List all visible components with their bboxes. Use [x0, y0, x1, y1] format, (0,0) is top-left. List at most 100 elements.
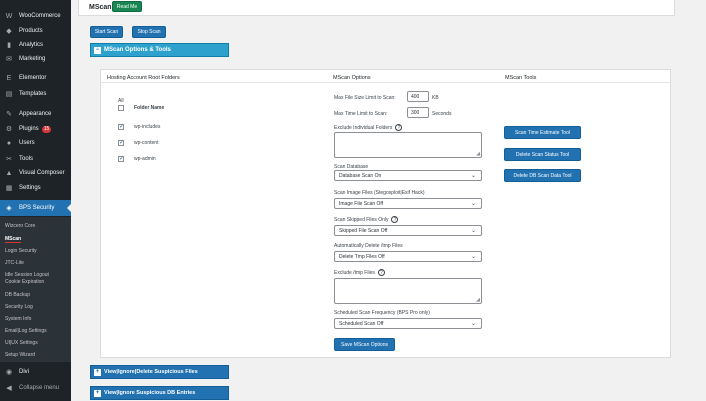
- templates-icon: ▤: [5, 91, 13, 98]
- folder-name-header: Folder Name: [134, 105, 165, 111]
- submenu-item[interactable]: Wizcero Core: [5, 223, 35, 229]
- sidebar-item-users[interactable]: ● Users: [0, 135, 71, 151]
- sidebar-item-woocommerce[interactable]: W WooCommerce: [0, 8, 71, 24]
- sidebar-item-label: Visual Composer: [19, 170, 65, 176]
- exclude-tmp-textarea[interactable]: ◢: [334, 278, 482, 304]
- scan-image-value: Image File Scan Off: [339, 200, 384, 207]
- sidebar-item-marketing[interactable]: ✉ Marketing: [0, 51, 71, 67]
- analytics-icon: ▮: [7, 42, 11, 49]
- scan-skipped-select[interactable]: Skipped File Scan Off ⌄: [334, 225, 482, 236]
- scan-image-select[interactable]: Image File Scan Off ⌄: [334, 198, 482, 209]
- auto-delete-label: Automatically Delete /tmp Files: [334, 243, 403, 249]
- sidebar-item-label: Analytics: [19, 42, 44, 48]
- chevron-down-icon: ⌄: [470, 173, 476, 179]
- sidebar-item-templates[interactable]: ▤ Templates: [0, 86, 71, 102]
- sidebar-item-label: BPS Security: [19, 205, 55, 211]
- scheduled-scan-value: Scheduled Scan Off: [339, 320, 384, 327]
- sidebar-item-label: Plugins: [19, 126, 39, 132]
- options-tools-toggle[interactable]: − MScan Options & Tools: [90, 43, 229, 57]
- submenu-item[interactable]: Email|Log Settings: [5, 328, 47, 334]
- start-scan-button[interactable]: Start Scan: [90, 26, 123, 38]
- tools-icon: ✂: [6, 156, 12, 163]
- scan-time-estimate-button[interactable]: Scan Time Estimate Tool: [504, 126, 581, 139]
- exclude-folders-text: Exclude Individual Folders: [334, 124, 393, 131]
- folder-checkbox[interactable]: ✓: [118, 140, 124, 146]
- select-all-checkbox[interactable]: [118, 105, 124, 111]
- scan-skipped-value: Skipped File Scan Off: [339, 227, 388, 234]
- resize-grip-icon[interactable]: ◢: [476, 297, 480, 303]
- submenu-item-mscan[interactable]: MScan: [5, 236, 22, 243]
- sidebar-item-elementor[interactable]: E Elementor: [0, 70, 71, 86]
- scan-skipped-text: Scan Skipped Files Only: [334, 216, 389, 223]
- max-time-label: Max Time Limit to Scan:: [334, 111, 388, 117]
- help-icon[interactable]: ?: [377, 269, 385, 276]
- divi-icon: ◉: [5, 369, 13, 376]
- marketing-icon: ✉: [6, 56, 12, 63]
- folder-name: wp-includes: [134, 124, 161, 130]
- resize-grip-icon[interactable]: ◢: [476, 151, 480, 157]
- exclude-tmp-label: Exclude /tmp Files?: [334, 269, 385, 276]
- sidebar-item-bps-security[interactable]: ◈ BPS Security: [0, 200, 71, 216]
- sidebar-item-label: Users: [19, 140, 35, 146]
- page-header: [78, 0, 675, 16]
- sidebar-item-label: Elementor: [19, 75, 47, 81]
- chevron-down-icon: ⌄: [470, 228, 476, 234]
- scan-database-value: Database Scan On: [339, 172, 382, 179]
- save-mscan-options-button[interactable]: Save MScan Options: [334, 338, 395, 351]
- collapse-menu-button[interactable]: ◀ Collapse menu: [0, 380, 71, 396]
- submenu-item[interactable]: DB Backup: [5, 292, 30, 298]
- admin-sidebar: W WooCommerce ◆ Products ▮ Analytics ✉ Marke…: [0, 0, 71, 401]
- appearance-icon: ✎: [6, 111, 12, 118]
- chevron-down-icon: ⌄: [470, 321, 476, 327]
- sidebar-item-divi[interactable]: ◉ Divi: [0, 364, 71, 380]
- max-time-input[interactable]: 300: [407, 107, 429, 118]
- folder-checkbox[interactable]: ✓: [118, 124, 124, 130]
- auto-delete-value: Delete Tmp Files Off: [339, 253, 385, 260]
- help-icon[interactable]: ?: [391, 216, 399, 223]
- scan-database-select[interactable]: Database Scan On ⌄: [334, 170, 482, 181]
- mscan-options-panel: Hosting Account Root Folders MScan Optio…: [100, 69, 671, 358]
- max-file-size-input[interactable]: 400: [407, 91, 429, 102]
- auto-delete-select[interactable]: Delete Tmp Files Off ⌄: [334, 251, 482, 262]
- sidebar-item-label: Tools: [19, 156, 34, 162]
- suspicious-db-label: View|Ignore Suspicious DB Entries: [104, 390, 196, 396]
- suspicious-files-toggle[interactable]: + View|Ignore|Delete Suspicious Files: [90, 365, 229, 379]
- scan-image-label: Scan Image Files (Stegosploit|Exif Hack): [334, 190, 425, 196]
- submenu-item[interactable]: System Info: [5, 316, 31, 322]
- chevron-down-icon: ⌄: [470, 201, 476, 207]
- delete-scan-status-button[interactable]: Delete Scan Status Tool: [504, 148, 581, 161]
- read-me-button[interactable]: Read Me: [112, 1, 142, 12]
- header-divider: [101, 82, 670, 83]
- suspicious-db-toggle[interactable]: + View|Ignore Suspicious DB Entries: [90, 386, 229, 400]
- submenu-item-label: MScan: [5, 236, 22, 243]
- sidebar-item-label: Products: [19, 28, 43, 34]
- submenu-item[interactable]: Security Log: [5, 304, 33, 310]
- mscan-tools-header: MScan Tools: [505, 75, 537, 81]
- woocommerce-icon: W: [5, 12, 13, 20]
- max-time-unit: Seconds: [432, 111, 452, 117]
- submenu-item[interactable]: Login Security: [5, 248, 37, 254]
- sidebar-item-label: Settings: [19, 185, 41, 191]
- folder-checkbox[interactable]: ✓: [118, 156, 124, 162]
- sidebar-item-settings[interactable]: ▦ Settings: [0, 180, 71, 196]
- stop-scan-button[interactable]: Stop Scan: [132, 26, 166, 38]
- delete-db-scan-data-button[interactable]: Delete DB Scan Data Tool: [504, 169, 581, 182]
- sidebar-item-visual-composer[interactable]: ▲ Visual Composer: [0, 165, 71, 181]
- collapse-icon: ◀: [6, 385, 12, 392]
- settings-icon: ▦: [5, 185, 13, 192]
- scheduled-scan-select[interactable]: Scheduled Scan Off ⌄: [334, 318, 482, 329]
- submenu-item[interactable]: Setup Wizard: [5, 352, 35, 358]
- update-count-badge: 15: [41, 125, 52, 133]
- submenu-item[interactable]: JTC-Lite: [5, 260, 24, 266]
- exclude-folders-textarea[interactable]: ◢: [334, 132, 482, 158]
- bps-submenu: Wizcero Core MScan Login Security JTC-Li…: [0, 217, 71, 362]
- collapse-menu-label: Collapse menu: [19, 385, 60, 391]
- sidebar-item-appearance[interactable]: ✎ Appearance: [0, 106, 71, 122]
- products-icon: ◆: [6, 28, 12, 35]
- help-icon[interactable]: ?: [395, 124, 403, 131]
- submenu-item[interactable]: Cookie Expiration: [5, 279, 44, 285]
- suspicious-files-label: View|Ignore|Delete Suspicious Files: [104, 369, 198, 375]
- submenu-item[interactable]: UI|UX Settings: [5, 340, 38, 346]
- submenu-item[interactable]: Idle Session Logout: [5, 272, 49, 278]
- shield-icon: ◈: [6, 205, 12, 212]
